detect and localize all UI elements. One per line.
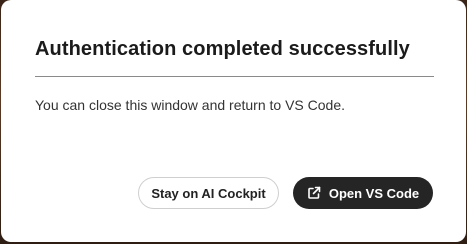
auth-success-dialog: Authentication completed successfully Yo… bbox=[1, 0, 466, 242]
open-vs-code-label: Open VS Code bbox=[328, 185, 420, 201]
dialog-title: Authentication completed successfully bbox=[35, 38, 410, 60]
external-link-icon bbox=[307, 186, 321, 200]
stay-on-ai-cockpit-button[interactable]: Stay on AI Cockpit bbox=[138, 177, 279, 209]
title-divider bbox=[35, 76, 434, 77]
stay-button-label: Stay on AI Cockpit bbox=[151, 185, 266, 201]
dialog-actions: Stay on AI Cockpit Open VS Code bbox=[138, 177, 433, 209]
open-vs-code-button[interactable]: Open VS Code bbox=[293, 177, 433, 209]
dialog-message: You can close this window and return to … bbox=[35, 97, 346, 113]
